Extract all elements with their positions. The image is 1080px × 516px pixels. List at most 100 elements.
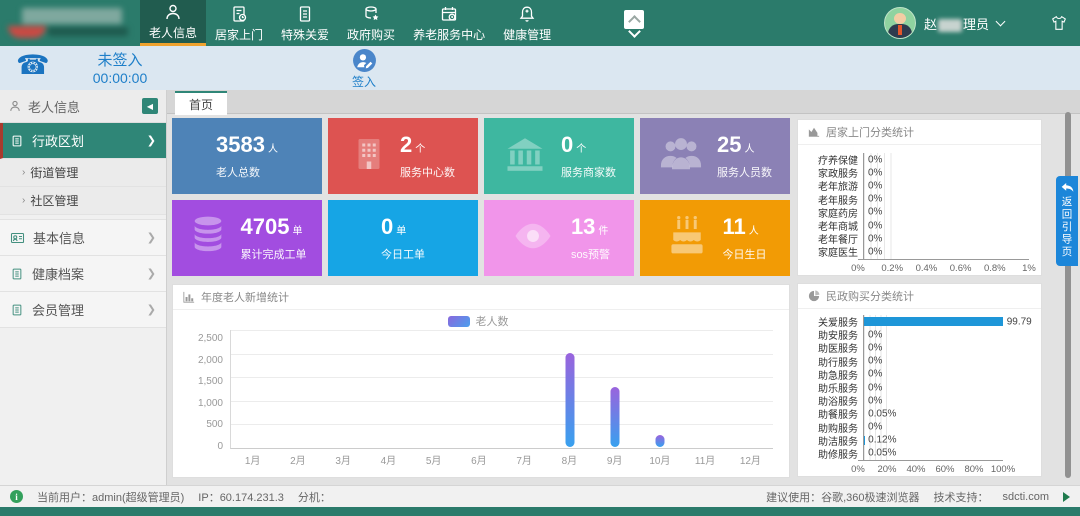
chevron-right-icon: ❯ <box>147 231 156 244</box>
back-to-guide-button[interactable]: 返回引导页 <box>1056 176 1078 266</box>
chart-legend: 老人数 <box>183 312 773 330</box>
x-axis-labels: 0%20%40%60%80%100% <box>806 460 1003 477</box>
app-logo <box>0 0 140 46</box>
hbar-row: 助修服务0.05% <box>806 447 1003 460</box>
people-icon <box>658 133 704 180</box>
support-site-link[interactable]: sdcti.com <box>1003 491 1049 503</box>
sign-in-button[interactable]: 签入 <box>342 48 386 90</box>
stat-card-service-centers[interactable]: 2个服务中心数 <box>328 118 478 194</box>
sign-status: 未签入 00:00:00 <box>55 49 185 86</box>
vertical-scrollbar[interactable] <box>1065 112 1071 478</box>
top-navbar: 老人信息 居家上门 特殊关爱 政府购买 养老服务中心 健康管理 <box>0 0 1080 46</box>
annual-growth-chart: 老人数2,5002,0001,5001,00050001月2月3月4月5月6月7… <box>173 310 789 469</box>
sidebar-subitem-community-mgmt[interactable]: › 社区管理 <box>0 187 166 215</box>
hbar-row: 助医服务0% <box>806 341 1003 354</box>
gov-purchase-chart: 关爱服务99.79助安服务0%助医服务0%助行服务0%助急服务0%助乐服务0%助… <box>798 309 1041 477</box>
back-arrow-icon <box>1061 182 1074 193</box>
panel-title: 年度老人新增统计 <box>201 289 289 305</box>
status-bar: i 当前用户：admin(超级管理员) IP：60.174.231.3 分机： … <box>0 485 1080 507</box>
nav-item-special-care[interactable]: 特殊关爱 <box>272 0 338 46</box>
id-card-icon <box>10 231 25 245</box>
chevron-down-icon <box>996 17 1006 27</box>
browser-advice-text: 建议使用：谷歌,360极速浏览器 <box>766 489 919 505</box>
hbar-row: 家政服务0% <box>806 166 1029 179</box>
panel-title: 居家上门分类统计 <box>826 124 914 140</box>
redacted-name <box>938 19 962 32</box>
area-chart-icon <box>808 126 820 138</box>
bar-chart-icon <box>183 291 195 303</box>
legend-swatch <box>448 316 470 327</box>
sidebar-collapse-button[interactable]: ◀ <box>142 98 158 114</box>
database-star-icon <box>361 4 381 24</box>
bank-icon <box>502 133 548 180</box>
nav-scroll-control[interactable] <box>624 0 644 46</box>
tab-home[interactable]: 首页 <box>175 91 227 115</box>
hbar-row: 助浴服务0% <box>806 394 1003 407</box>
sidebar-item-districts[interactable]: 行政区划 ❯ <box>0 123 166 159</box>
nav-label: 特殊关爱 <box>281 26 329 43</box>
panel-header: 居家上门分类统计 <box>798 120 1041 145</box>
hbar-row: 助乐服务0% <box>806 381 1003 394</box>
hbar-row: 助安服务0% <box>806 328 1003 341</box>
sidebar-title: 老人信息 <box>28 97 80 116</box>
calendar-clock-icon <box>439 4 459 24</box>
stat-card-today-orders[interactable]: 0单今日工单 <box>328 200 478 276</box>
info-icon: i <box>10 490 23 503</box>
nav-item-gov-purchase[interactable]: 政府购买 <box>338 0 404 46</box>
cake-icon <box>664 214 710 263</box>
stat-card-service-staff[interactable]: 25人服务人员数 <box>640 118 790 194</box>
sidebar-item-member-mgmt[interactable]: 会员管理 ❯ <box>0 292 166 328</box>
chevron-right-icon: ❯ <box>147 134 156 147</box>
bar <box>565 353 574 447</box>
sign-in-label: 签入 <box>352 75 376 89</box>
play-icon[interactable] <box>1063 492 1070 502</box>
nav-item-elder-info[interactable]: 老人信息 <box>140 0 206 46</box>
stat-card-service-merchants[interactable]: 0个服务商家数 <box>484 118 634 194</box>
stat-card-elder-total[interactable]: 3583人老人总数 <box>172 118 322 194</box>
stat-cards: 3583人老人总数 2个服务中心数 0个服务商家数 25人服务人员数 4705单… <box>172 118 790 276</box>
support-label: 技术支持： <box>934 489 989 505</box>
sidebar-subitem-street-mgmt[interactable]: › 街道管理 <box>0 159 166 187</box>
sidebar-item-health-records[interactable]: 健康档案 ❯ <box>0 256 166 292</box>
sidebar-item-basic-info[interactable]: 基本信息 ❯ <box>0 220 166 256</box>
chevron-right-icon: › <box>22 167 25 178</box>
x-axis-labels: 1月2月3月4月5月6月7月8月9月10月11月12月 <box>230 449 773 469</box>
nav-item-care-center[interactable]: 养老服务中心 <box>404 0 494 46</box>
home-visit-chart: 疗养保健0%家政服务0%老年旅游0%老年服务0%家庭药房0%老年商城0%老年餐厅… <box>798 145 1041 276</box>
tab-strip: 首页 <box>167 90 1080 114</box>
bar <box>610 387 619 447</box>
bar <box>864 317 1003 326</box>
hbar-row: 家庭药房0% <box>806 206 1029 219</box>
eye-icon <box>508 215 558 262</box>
stat-card-sos-alerts[interactable]: 13件sos预警 <box>484 200 634 276</box>
main-content: 首页 3583人老人总数 2个服务中心数 0个服务商家数 25人服务人员数 47… <box>167 90 1080 485</box>
database-icon <box>188 213 228 264</box>
hbar-row: 助急服务0% <box>806 368 1003 381</box>
person-icon <box>163 2 183 22</box>
nav-label: 政府购买 <box>347 26 395 43</box>
bar <box>656 435 665 447</box>
nav-item-health-mgmt[interactable]: 健康管理 <box>494 0 560 46</box>
nav-item-home-visit[interactable]: 居家上门 <box>206 0 272 46</box>
hbar-row: 助餐服务0.05% <box>806 407 1003 420</box>
user-menu[interactable]: 赵理员 <box>884 0 1004 46</box>
doc-icon <box>10 267 24 281</box>
hbar-row: 助洁服务0.12% <box>806 434 1003 447</box>
building-icon <box>351 132 387 181</box>
doc-icon <box>10 134 24 148</box>
hbar-row: 助购服务0% <box>806 421 1003 434</box>
sidebar-header: 老人信息 ◀ <box>0 90 166 123</box>
sign-status-label: 未签入 <box>55 49 185 70</box>
chevron-right-icon: ❯ <box>147 303 156 316</box>
person-icon <box>8 99 22 113</box>
theme-shirt-icon[interactable] <box>1044 0 1074 46</box>
sign-timer: 00:00:00 <box>55 70 185 86</box>
extension-text: 分机： <box>298 489 331 505</box>
hbar-row: 老年商城0% <box>806 219 1029 232</box>
stat-card-completed-orders[interactable]: 4705单累计完成工单 <box>172 200 322 276</box>
current-user-text: 当前用户：admin(超级管理员) <box>37 489 184 505</box>
ip-text: IP：60.174.231.3 <box>198 489 284 505</box>
stat-card-today-birthdays[interactable]: 11人今日生日 <box>640 200 790 276</box>
doc-icon <box>295 4 315 24</box>
call-bar: ☎ 未签入 00:00:00 签入 <box>0 46 1080 91</box>
